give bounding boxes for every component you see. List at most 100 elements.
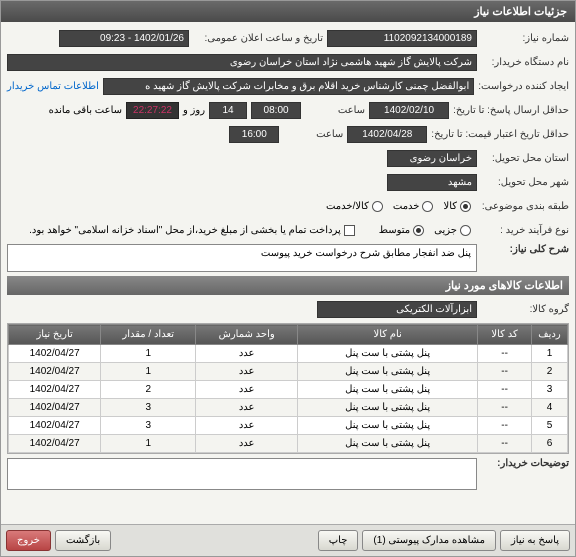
table-row[interactable]: 6--پنل پشتی با ست پنلعدد11402/04/27: [9, 435, 568, 453]
radio-service[interactable]: خدمت: [393, 201, 434, 212]
row-need-number: شماره نیاز: 1102092134000189 تاریخ و ساع…: [7, 28, 569, 48]
cell-unit: عدد: [196, 435, 298, 453]
value-credit-time: 16:00: [229, 126, 279, 143]
cell-qty: 3: [101, 399, 196, 417]
radio-icon: [460, 201, 471, 212]
label-purchase-type: نوع فرآیند خرید :: [481, 225, 569, 236]
value-group: ابزارآلات الکتریکی: [317, 301, 477, 318]
row-city: شهر محل تحویل: مشهد: [7, 172, 569, 192]
label-credit: حداقل تاریخ اعتبار قیمت: تا تاریخ:: [431, 129, 569, 140]
cell-n: 6: [532, 435, 568, 453]
items-table: ردیف کد کالا نام کالا واحد شمارش تعداد /…: [8, 324, 568, 453]
label-buyer-notes: توضیحات خریدار:: [481, 458, 569, 469]
cell-date: 1402/04/27: [9, 399, 101, 417]
col-name[interactable]: نام کالا: [298, 325, 478, 345]
row-deadline: حداقل ارسال پاسخ: تا تاریخ: 1402/02/10 س…: [7, 100, 569, 120]
row-group: گروه کالا: ابزارآلات الکتریکی: [7, 299, 569, 319]
cell-name: پنل پشتی با ست پنل: [298, 381, 478, 399]
footer-buttons: پاسخ به نیاز مشاهده مدارک پیوستی (1) چاپ…: [1, 524, 575, 556]
label-requester: ایجاد کننده درخواست:: [478, 81, 569, 92]
cell-date: 1402/04/27: [9, 363, 101, 381]
radio-goods[interactable]: کالا: [443, 201, 471, 212]
payment-note: پرداخت تمام یا بخشی از مبلغ خرید،از محل …: [29, 225, 341, 236]
cell-qty: 3: [101, 417, 196, 435]
label-category: طبقه بندی موضوعی:: [481, 201, 569, 212]
label-deadline: حداقل ارسال پاسخ: تا تاریخ:: [453, 105, 569, 116]
radio-partial[interactable]: جزیی: [434, 225, 471, 236]
col-row[interactable]: ردیف: [532, 325, 568, 345]
table-row[interactable]: 5--پنل پشتی با ست پنلعدد31402/04/27: [9, 417, 568, 435]
radio-icon: [413, 225, 424, 236]
row-purchase-type: نوع فرآیند خرید : جزیی متوسط پرداخت تمام…: [7, 220, 569, 240]
table-row[interactable]: 4--پنل پشتی با ست پنلعدد31402/04/27: [9, 399, 568, 417]
value-credit-date: 1402/04/28: [347, 126, 427, 143]
reply-button[interactable]: پاسخ به نیاز: [500, 530, 570, 551]
radio-label-both: کالا/خدمت: [326, 201, 369, 212]
label-time1: ساعت: [305, 105, 365, 116]
cell-code: --: [478, 399, 532, 417]
cell-qty: 1: [101, 363, 196, 381]
row-category: طبقه بندی موضوعی: کالا خدمت کالا/خدمت: [7, 196, 569, 216]
cell-code: --: [478, 435, 532, 453]
cell-n: 5: [532, 417, 568, 435]
row-requester: ایجاد کننده درخواست: ابوالفضل چمنی کارشن…: [7, 76, 569, 96]
label-buyer-org: نام دستگاه خریدار:: [481, 57, 569, 68]
label-days: روز و: [183, 105, 205, 116]
content-area: شماره نیاز: 1102092134000189 تاریخ و ساع…: [1, 22, 575, 524]
radio-icon: [422, 201, 433, 212]
value-requester: ابوالفضل چمنی کارشناس خرید اقلام برق و م…: [103, 78, 474, 95]
row-province: استان محل تحویل: خراسان رضوی: [7, 148, 569, 168]
cell-name: پنل پشتی با ست پنل: [298, 363, 478, 381]
title-bar: جزئیات اطلاعات نیاز: [1, 1, 575, 22]
live-clock: 22:27:22: [126, 102, 179, 119]
window-title: جزئیات اطلاعات نیاز: [474, 6, 567, 18]
table-row[interactable]: 2--پنل پشتی با ست پنلعدد11402/04/27: [9, 363, 568, 381]
row-credit: حداقل تاریخ اعتبار قیمت: تا تاریخ: 1402/…: [7, 124, 569, 144]
cell-unit: عدد: [196, 417, 298, 435]
cell-date: 1402/04/27: [9, 345, 101, 363]
value-deadline-date: 1402/02/10: [369, 102, 449, 119]
items-table-wrap: ردیف کد کالا نام کالا واحد شمارش تعداد /…: [7, 323, 569, 454]
desc-text[interactable]: پنل ضد انفجار مطابق شرح درخواست خرید پیو…: [7, 244, 477, 272]
radio-label-service: خدمت: [393, 201, 420, 212]
radio-icon: [460, 225, 471, 236]
col-unit[interactable]: واحد شمارش: [196, 325, 298, 345]
need-details-window: جزئیات اطلاعات نیاز شماره نیاز: 11020921…: [0, 0, 576, 557]
value-public-date: 1402/01/26 - 09:23: [59, 30, 189, 47]
radio-icon: [372, 201, 383, 212]
checkbox-payment[interactable]: پرداخت تمام یا بخشی از مبلغ خرید،از محل …: [29, 225, 355, 236]
label-need-no: شماره نیاز:: [481, 33, 569, 44]
buyer-contact-link[interactable]: اطلاعات تماس خریدار: [7, 81, 99, 92]
radio-medium[interactable]: متوسط: [379, 225, 424, 236]
cell-unit: عدد: [196, 345, 298, 363]
cell-unit: عدد: [196, 363, 298, 381]
label-desc: شرح کلی نیاز:: [481, 244, 569, 255]
cell-qty: 2: [101, 381, 196, 399]
table-row[interactable]: 3--پنل پشتی با ست پنلعدد21402/04/27: [9, 381, 568, 399]
cell-name: پنل پشتی با ست پنل: [298, 435, 478, 453]
row-buyer-notes: توضیحات خریدار:: [7, 458, 569, 490]
radio-label-goods: کالا: [443, 201, 457, 212]
label-group: گروه کالا:: [481, 304, 569, 315]
label-public-date: تاریخ و ساعت اعلان عمومی:: [193, 33, 323, 44]
cell-code: --: [478, 345, 532, 363]
label-time2: ساعت: [283, 129, 343, 140]
cell-name: پنل پشتی با ست پنل: [298, 399, 478, 417]
radio-label-medium: متوسط: [379, 225, 410, 236]
print-button[interactable]: چاپ: [318, 530, 359, 551]
items-section-header: اطلاعات کالاهای مورد نیاز: [7, 276, 569, 295]
exit-button[interactable]: خروج: [6, 530, 51, 551]
col-code[interactable]: کد کالا: [478, 325, 532, 345]
cell-unit: عدد: [196, 381, 298, 399]
table-row[interactable]: 1--پنل پشتی با ست پنلعدد11402/04/27: [9, 345, 568, 363]
cell-n: 4: [532, 399, 568, 417]
attachments-button[interactable]: مشاهده مدارک پیوستی (1): [362, 530, 496, 551]
cell-qty: 1: [101, 345, 196, 363]
radio-both[interactable]: کالا/خدمت: [326, 201, 383, 212]
back-button[interactable]: بازگشت: [55, 530, 111, 551]
cell-name: پنل پشتی با ست پنل: [298, 417, 478, 435]
value-buyer-org: شرکت پالایش گاز شهید هاشمی نژاد استان خر…: [7, 54, 477, 71]
col-qty[interactable]: تعداد / مقدار: [101, 325, 196, 345]
buyer-notes-text[interactable]: [7, 458, 477, 490]
col-date[interactable]: تاریخ نیاز: [9, 325, 101, 345]
